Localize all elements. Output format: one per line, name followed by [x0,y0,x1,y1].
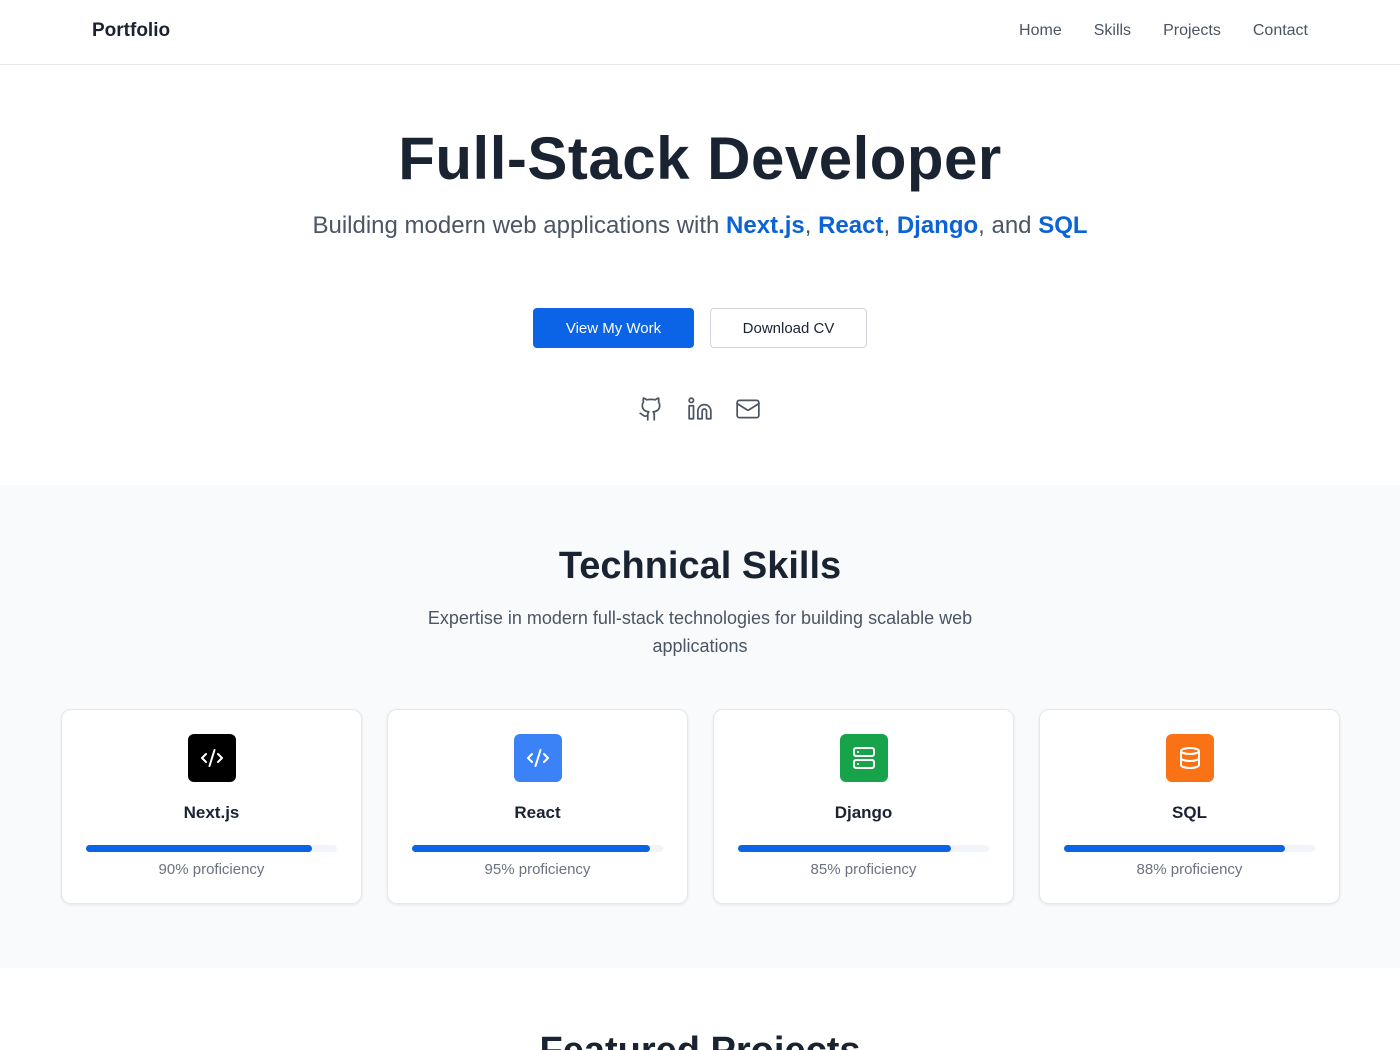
separator: , and [978,212,1039,239]
proficiency-fill [738,845,952,852]
skill-name: Next.js [183,803,240,822]
proficiency-fill [412,845,651,852]
skills-title: Technical Skills [558,545,842,587]
tech-django: Django [896,212,979,239]
separator: , [883,212,897,239]
email-link[interactable] [735,396,761,422]
skill-icon-box [188,734,236,782]
linkedin-link[interactable] [687,396,713,422]
nav-home[interactable]: Home [1019,22,1062,40]
skill-card-django: Django 85% proficiency [713,709,1014,904]
view-my-work-button[interactable]: View My Work [533,308,694,348]
skill-icon-box [514,734,562,782]
skill-icon-box [1166,734,1214,782]
proficiency-bar [412,845,663,852]
skill-card-nextjs: Next.js 90% proficiency [61,709,362,904]
tech-react: React [818,212,884,239]
proficiency-fill [86,845,312,852]
hero-title: Full-Stack Developer [398,125,1002,192]
linkedin-icon [688,397,712,420]
nav-projects[interactable]: Projects [1163,22,1221,40]
proficiency-label: 95% proficiency [484,861,591,878]
nav-skills[interactable]: Skills [1094,22,1131,40]
hero-subtitle-prefix: Building modern web applications with [312,212,727,239]
code-icon [527,749,549,767]
hero-subtitle: Building modern web applications with Ne… [310,210,1090,242]
proficiency-fill [1064,845,1285,852]
proficiency-bar [86,845,337,852]
proficiency-bar [738,845,989,852]
proficiency-label: 90% proficiency [158,861,265,878]
mail-icon [736,399,760,419]
skill-card-react: React 95% proficiency [387,709,688,904]
skill-name: Django [834,803,893,822]
tech-sql: SQL [1038,212,1088,239]
brand-logo[interactable]: Portfolio [92,20,170,42]
github-link[interactable] [638,396,664,422]
skill-icon-box [840,734,888,782]
proficiency-label: 88% proficiency [1136,861,1243,878]
proficiency-bar [1064,845,1315,852]
projects-title: Featured Projects [0,1030,1400,1050]
server-icon [853,747,875,769]
proficiency-label: 85% proficiency [810,861,917,878]
main-nav: Home Skills Projects Contact [1019,22,1308,40]
separator: , [804,212,819,239]
skills-subtitle: Expertise in modern full-stack technolog… [427,608,973,656]
download-cv-button[interactable]: Download CV [710,308,867,348]
database-icon [1180,747,1200,769]
skill-card-sql: SQL 88% proficiency [1039,709,1340,904]
nav-contact[interactable]: Contact [1253,22,1308,40]
skill-name: React [514,803,561,822]
github-icon [639,397,661,421]
tech-nextjs: Next.js [726,212,805,239]
top-navbar: Portfolio Home Skills Projects Contact [0,0,1400,65]
code-icon [201,749,223,767]
skill-name: SQL [1172,803,1207,822]
